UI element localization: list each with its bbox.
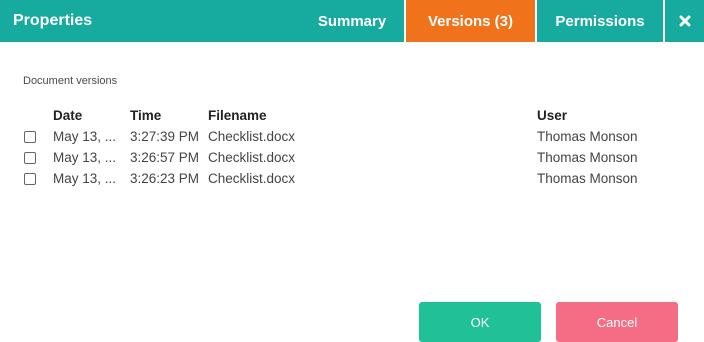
row-checkbox[interactable]	[24, 173, 36, 185]
cell-time: 3:27:39 PM	[130, 129, 200, 144]
cell-user: Thomas Monson	[537, 129, 638, 144]
column-header-filename[interactable]: Filename	[208, 108, 358, 123]
tab-summary[interactable]: Summary	[300, 0, 404, 42]
cell-filename: Checklist.docx	[208, 171, 296, 186]
column-header-time[interactable]: Time	[130, 108, 208, 123]
cell-date: May 13, ...	[53, 129, 117, 144]
row-checkbox[interactable]	[24, 131, 36, 143]
cell-date: May 13, ...	[53, 150, 117, 165]
tab-divider	[663, 0, 665, 42]
row-checkbox[interactable]	[24, 152, 36, 164]
table-row[interactable]: May 13, ... 3:26:23 PM Checklist.docx Th…	[0, 169, 704, 190]
dialog-title: Properties	[13, 12, 93, 29]
close-button[interactable]	[666, 0, 704, 42]
tab-summary-label: Summary	[317, 12, 387, 30]
column-header-date[interactable]: Date	[53, 108, 129, 123]
ok-button-label: OK	[470, 314, 490, 330]
section-label: Document versions	[23, 75, 118, 87]
properties-dialog: Properties Summary Versions (3) Permissi…	[0, 0, 704, 342]
tab-versions[interactable]: Versions (3)	[406, 0, 535, 42]
table-header: Date Time Filename User	[0, 106, 704, 126]
ok-button[interactable]: OK	[419, 302, 541, 342]
tab-permissions-label: Permissions	[555, 12, 645, 30]
tab-versions-label: Versions (3)	[427, 12, 514, 30]
close-x-icon	[679, 15, 691, 27]
table-row[interactable]: May 13, ... 3:27:39 PM Checklist.docx Th…	[0, 127, 704, 148]
cell-user: Thomas Monson	[537, 150, 638, 165]
dialog-titlebar: Properties Summary Versions (3) Permissi…	[0, 0, 704, 42]
cell-user: Thomas Monson	[537, 171, 638, 186]
cell-filename: Checklist.docx	[208, 129, 296, 144]
cell-time: 3:26:57 PM	[130, 150, 200, 165]
column-header-user[interactable]: User	[537, 108, 567, 123]
cell-time: 3:26:23 PM	[130, 171, 200, 186]
cell-filename: Checklist.docx	[208, 150, 296, 165]
tab-permissions[interactable]: Permissions	[537, 0, 663, 42]
cancel-button[interactable]: Cancel	[556, 302, 678, 342]
table-row[interactable]: May 13, ... 3:26:57 PM Checklist.docx Th…	[0, 148, 704, 169]
cancel-button-label: Cancel	[596, 314, 638, 330]
cell-date: May 13, ...	[53, 171, 117, 186]
